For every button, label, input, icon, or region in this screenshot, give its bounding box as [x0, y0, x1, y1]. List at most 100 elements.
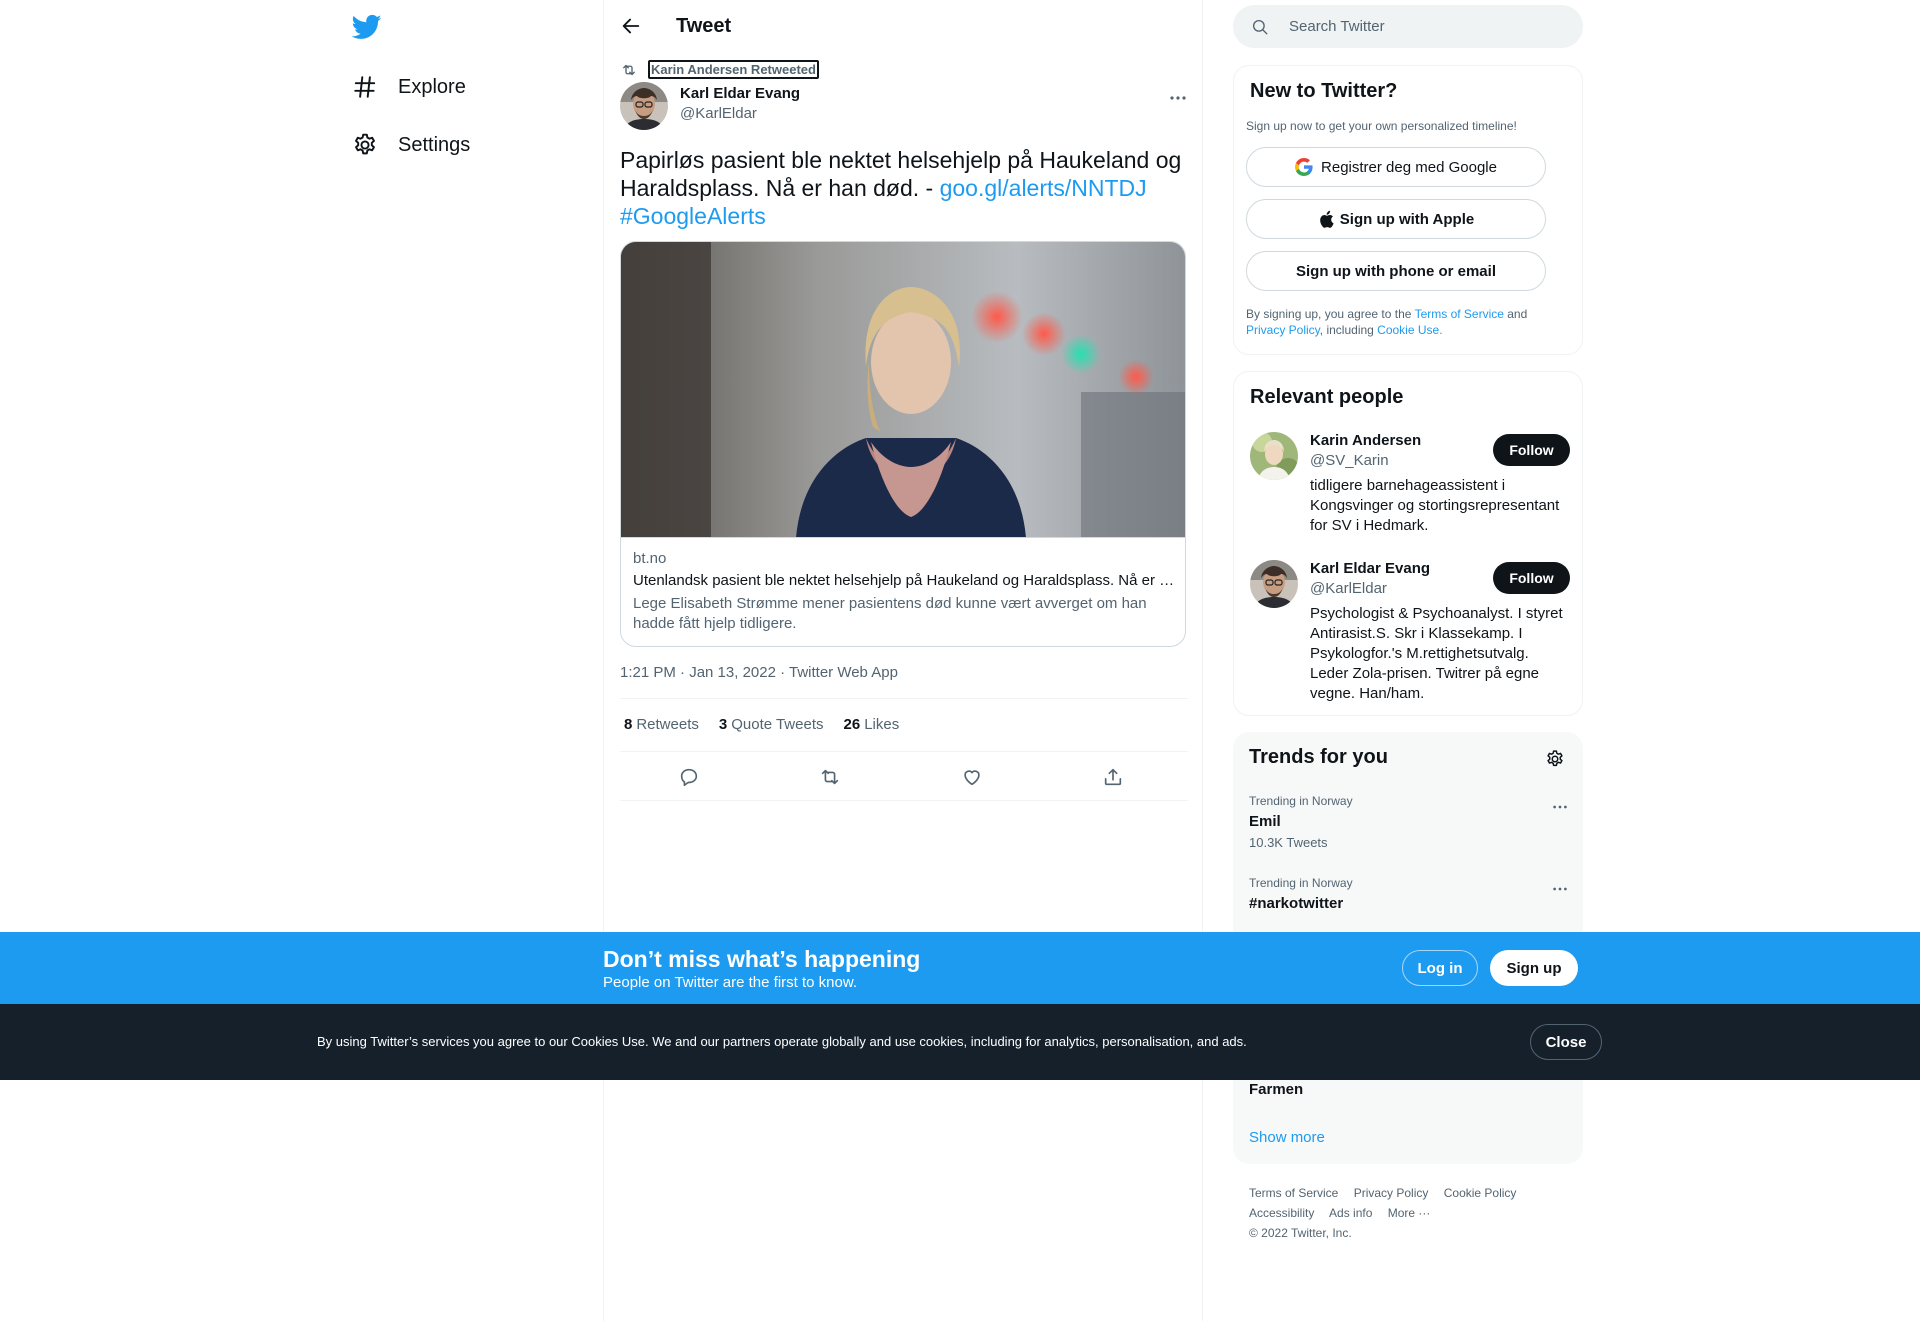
page-header: Tweet — [604, 0, 1204, 53]
likes-stat[interactable]: 26 Likes — [844, 716, 900, 733]
follow-button[interactable]: Follow — [1493, 562, 1570, 594]
reply-icon[interactable] — [678, 766, 700, 788]
signup-terms: By signing up, you agree to the Terms of… — [1246, 306, 1566, 338]
signup-banner: Don’t miss what’s happening People on Tw… — [0, 932, 1920, 1004]
phone-email-signup-label: Sign up with phone or email — [1295, 262, 1496, 280]
trend-name: Emil — [1249, 813, 1281, 830]
retweets-stat[interactable]: 8 Retweets — [624, 716, 699, 733]
footer-link[interactable]: More ··· — [1388, 1206, 1431, 1220]
terms-text-2: and — [1503, 307, 1528, 321]
retweet-context: Karin Andersen Retweeted — [620, 60, 819, 79]
like-icon[interactable] — [961, 766, 983, 788]
tweet-hashtag[interactable]: #GoogleAlerts — [620, 203, 766, 229]
phone-email-signup-button[interactable]: Sign up with phone or email — [1246, 251, 1546, 291]
more-options-icon[interactable] — [1168, 88, 1188, 108]
gear-icon — [352, 132, 378, 158]
relevant-people-panel: Relevant people Karin Andersen @SV_Karin… — [1233, 371, 1583, 716]
relevant-people-title: Relevant people — [1250, 386, 1404, 408]
page-title: Tweet — [676, 15, 732, 37]
cookie-notice-text: By using Twitter’s services you agree to… — [317, 1034, 1247, 1049]
likes-count: 26 — [843, 716, 861, 733]
apple-signup-label: Sign up with Apple — [1339, 210, 1475, 228]
cookie-use-link[interactable]: Cookie Use. — [1377, 323, 1442, 337]
terms-text-1: By signing up, you agree to the — [1246, 307, 1415, 321]
share-icon[interactable] — [1102, 766, 1124, 788]
footer-link[interactable]: Cookie Policy — [1444, 1186, 1517, 1200]
trend-name: #narkotwitter — [1249, 895, 1344, 912]
tweet-author: Karl Eldar Evang @KarlEldar — [620, 82, 1188, 130]
arrow-left-icon[interactable] — [620, 15, 642, 37]
person-bio: tidligere barnehageassistent i Kongsving… — [1310, 477, 1560, 534]
hashtag-icon — [352, 74, 378, 100]
avatar[interactable] — [1250, 432, 1298, 480]
author-name[interactable]: Karl Eldar Evang — [680, 85, 800, 102]
person-handle[interactable]: @SV_Karin — [1310, 452, 1389, 469]
tweet-timestamp[interactable]: 1:21 PM · Jan 13, 2022 · Twitter Web App — [620, 664, 898, 681]
more-options-icon[interactable] — [1551, 798, 1569, 816]
retweeted-by-link[interactable]: Karin Andersen Retweeted — [648, 60, 819, 79]
trend-item[interactable]: Trending in Norway Emil 10.3K Tweets — [1249, 794, 1569, 850]
signup-banner-headline: Don’t miss what’s happening — [603, 946, 921, 972]
trend-context: Trending in Norway — [1249, 794, 1353, 808]
quote-tweets-label: Quote Tweets — [731, 716, 824, 733]
signup-banner-subtitle: People on Twitter are the first to know. — [603, 974, 858, 991]
footer-link[interactable]: Privacy Policy — [1354, 1186, 1429, 1200]
trend-count: 10.3K Tweets — [1249, 835, 1328, 850]
privacy-policy-link[interactable]: Privacy Policy — [1246, 323, 1320, 337]
trend-item[interactable]: Farmen — [1249, 1081, 1569, 1098]
footer-links: Terms of Service Privacy Policy Cookie P… — [1249, 1183, 1569, 1243]
trend-item[interactable]: Trending in Norway #narkotwitter — [1249, 876, 1569, 912]
google-signup-label: Registrer deg med Google — [1321, 158, 1497, 176]
author-avatar[interactable] — [620, 82, 668, 130]
nav-settings-label: Settings — [398, 133, 471, 156]
footer-link[interactable]: Terms of Service — [1249, 1186, 1338, 1200]
person-handle[interactable]: @KarlEldar — [1310, 580, 1387, 597]
more-options-icon[interactable] — [1551, 880, 1569, 898]
retweets-count: 8 — [624, 716, 633, 733]
retweets-label: Retweets — [636, 716, 699, 733]
nav-explore-label: Explore — [398, 75, 466, 98]
twitter-bird-icon[interactable] — [352, 12, 384, 44]
person-name[interactable]: Karin Andersen — [1310, 432, 1421, 449]
new-to-twitter-panel: New to Twitter? Sign up now to get your … — [1233, 65, 1583, 355]
trends-settings-icon[interactable] — [1545, 749, 1565, 769]
nav-settings[interactable]: Settings — [352, 127, 470, 163]
person-name[interactable]: Karl Eldar Evang — [1310, 560, 1430, 577]
cookie-banner: By using Twitter’s services you agree to… — [0, 1004, 1920, 1080]
nav-explore[interactable]: Explore — [352, 69, 466, 105]
login-button[interactable]: Log in — [1402, 950, 1478, 986]
apple-icon — [1318, 210, 1334, 228]
link-preview-card[interactable]: bt.no Utenlandsk pasient ble nektet hels… — [620, 241, 1186, 647]
tweet-link[interactable]: goo.gl/alerts/NNTDJ — [940, 175, 1147, 201]
divider — [620, 800, 1188, 801]
avatar[interactable] — [1250, 560, 1298, 608]
terms-of-service-link[interactable]: Terms of Service — [1415, 307, 1504, 321]
retweet-icon — [620, 61, 638, 79]
terms-text-3: , including — [1319, 323, 1378, 337]
follow-button[interactable]: Follow — [1493, 434, 1570, 466]
trends-title: Trends for you — [1249, 746, 1388, 768]
person-bio: Psychologist & Psychoanalyst. I styret A… — [1310, 605, 1563, 702]
show-more-link[interactable]: Show more — [1249, 1129, 1325, 1146]
card-title: Utenlandsk pasient ble nektet helsehjelp… — [633, 572, 1175, 589]
divider — [620, 751, 1188, 752]
divider — [620, 698, 1188, 699]
search-icon — [1251, 18, 1269, 36]
signup-button[interactable]: Sign up — [1490, 950, 1578, 986]
card-image — [621, 242, 1185, 538]
close-button[interactable]: Close — [1530, 1024, 1602, 1060]
card-description: Lege Elisabeth Strømme mener pasientens … — [633, 595, 1147, 632]
apple-signup-button[interactable]: Sign up with Apple — [1246, 199, 1546, 239]
google-icon — [1295, 158, 1313, 176]
author-handle[interactable]: @KarlEldar — [680, 105, 757, 122]
footer-link[interactable]: Accessibility — [1249, 1206, 1314, 1220]
quote-tweets-count: 3 — [718, 716, 728, 733]
search-input[interactable]: Search Twitter — [1289, 18, 1385, 35]
google-signup-button[interactable]: Registrer deg med Google — [1246, 147, 1546, 187]
tweet-actions — [620, 762, 1188, 792]
quote-tweets-stat[interactable]: 3 Quote Tweets — [719, 716, 824, 733]
card-domain: bt.no — [633, 550, 667, 567]
search-box[interactable]: Search Twitter — [1233, 5, 1583, 48]
retweet-icon[interactable] — [819, 766, 841, 788]
footer-link[interactable]: Ads info — [1329, 1206, 1372, 1220]
